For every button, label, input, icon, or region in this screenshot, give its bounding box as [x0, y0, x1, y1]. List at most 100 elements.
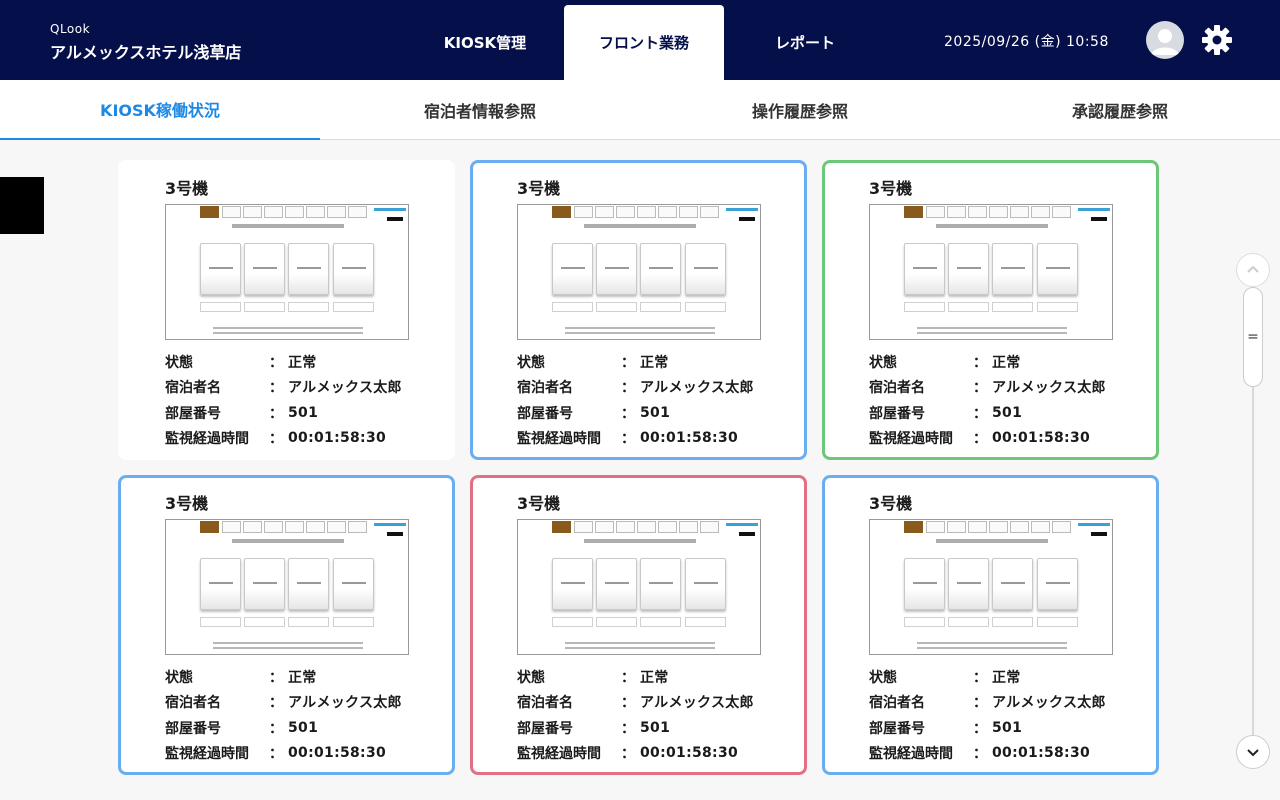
kiosk-card-title: 3号機 — [869, 179, 913, 198]
info-row-guest-name: 宿泊者名 ： アルメックス太郎 — [517, 375, 777, 401]
kiosk-sub-button — [1037, 302, 1078, 312]
black-block — [0, 177, 44, 234]
room-number-value: 501 — [992, 404, 1023, 421]
kiosk-info: 状態 ： 正常 宿泊者名 ： アルメックス太郎 部屋番号 ： 501 監視経過時間 ： 00:01:5… — [517, 664, 777, 766]
nav-tab-report[interactable]: レポート — [725, 5, 885, 80]
kiosk-card[interactable]: 3号機 状態 ： 正常 宿泊者名 ： アルメックス太郎 部屋番号 ： 501 監視経過時間 ： 00:0… — [118, 160, 455, 460]
kiosk-brand-mark — [1091, 217, 1107, 221]
kiosk-footer-text — [565, 332, 715, 334]
info-row-elapsed-time: 監視経過時間 ： 00:01:58:30 — [517, 426, 777, 452]
tab-approval-history[interactable]: 承認履歴参照 — [960, 80, 1280, 140]
kiosk-card[interactable]: 3号機 状態 ： 正常 宿泊者名 ： アルメックス太郎 部屋番号 ： 501 監視経過時間 ： 00:0… — [822, 475, 1159, 775]
status-label: 状態 — [165, 669, 193, 686]
separator-colon: ： — [621, 669, 635, 686]
kiosk-menu-button — [685, 243, 726, 295]
kiosk-language-tab — [264, 206, 283, 218]
nav-tab-kiosk-management[interactable]: KIOSK管理 — [405, 5, 565, 80]
separator-colon: ： — [973, 380, 987, 397]
kiosk-card[interactable]: 3号機 状態 ： 正常 宿泊者名 ： アルメックス太郎 部屋番号 ： 501 監視経過時間 ： 00:0… — [470, 475, 807, 775]
kiosk-brand-mark — [739, 217, 755, 221]
separator-colon: ： — [621, 405, 635, 422]
scroll-down-button[interactable] — [1236, 735, 1270, 769]
separator-colon: ： — [973, 720, 987, 737]
separator-colon: ： — [973, 431, 987, 448]
kiosk-language-tab — [947, 206, 966, 218]
kiosk-sub-button — [1037, 617, 1078, 627]
kiosk-menu-button — [200, 558, 241, 610]
kiosk-info: 状態 ： 正常 宿泊者名 ： アルメックス太郎 部屋番号 ： 501 監視経過時間 ： 00:01:5… — [165, 664, 425, 766]
app-header: QLook アルメックスホテル浅草店 KIOSK管理 フロント業務 レポート 2… — [0, 0, 1280, 80]
kiosk-footer-text — [917, 647, 1067, 649]
scroll-up-button[interactable] — [1236, 253, 1270, 287]
info-row-elapsed-time: 監視経過時間 ： 00:01:58:30 — [869, 741, 1129, 767]
separator-colon: ： — [973, 354, 987, 371]
kiosk-footer-text — [917, 327, 1067, 329]
kiosk-prompt-text — [232, 539, 344, 543]
kiosk-card-title: 3号機 — [165, 179, 209, 198]
kiosk-footer-text — [917, 642, 1067, 644]
scrollbar-thumb[interactable]: = — [1243, 287, 1263, 387]
separator-colon: ： — [973, 695, 987, 712]
kiosk-info: 状態 ： 正常 宿泊者名 ： アルメックス太郎 部屋番号 ： 501 監視経過時間 ： 00:01:5… — [517, 349, 777, 451]
kiosk-card[interactable]: 3号機 状態 ： 正常 宿泊者名 ： アルメックス太郎 部屋番号 ： 501 監視経過時間 ： 00:0… — [470, 160, 807, 460]
kiosk-language-tab — [989, 206, 1008, 218]
kiosk-screen-preview — [517, 519, 761, 655]
tab-guest-info[interactable]: 宿泊者情報参照 — [320, 80, 640, 140]
kiosk-menu-button — [200, 243, 241, 295]
tab-operation-history[interactable]: 操作履歴参照 — [640, 80, 960, 140]
kiosk-menu-button — [1037, 243, 1078, 295]
kiosk-menu-button — [948, 243, 989, 295]
kiosk-language-tab — [679, 206, 698, 218]
kiosk-menu-button — [333, 558, 374, 610]
guest-name-value: アルメックス太郎 — [288, 380, 402, 397]
elapsed-time-value: 00:01:58:30 — [640, 745, 739, 762]
kiosk-menu-button — [596, 558, 637, 610]
elapsed-time-value: 00:01:58:30 — [992, 430, 1091, 447]
kiosk-menu-button — [596, 243, 637, 295]
kiosk-footer-text — [565, 327, 715, 329]
status-value: 正常 — [992, 669, 1021, 686]
kiosk-language-tab — [222, 206, 241, 218]
kiosk-language-tab — [926, 521, 945, 533]
kiosk-language-tab — [968, 206, 987, 218]
user-avatar-icon[interactable] — [1146, 21, 1184, 59]
kiosk-card-title: 3号機 — [517, 494, 561, 513]
kiosk-language-tab — [637, 206, 656, 218]
kiosk-prompt-text — [584, 224, 696, 228]
kiosk-sub-button — [904, 617, 945, 627]
kiosk-language-tab — [658, 206, 677, 218]
separator-colon: ： — [973, 746, 987, 763]
guest-name-label: 宿泊者名 — [517, 695, 573, 712]
elapsed-time-value: 00:01:58:30 — [288, 745, 387, 762]
info-row-status: 状態 ： 正常 — [869, 664, 1129, 690]
kiosk-menu-button — [904, 558, 945, 610]
kiosk-sub-button — [992, 302, 1033, 312]
kiosk-card[interactable]: 3号機 状態 ： 正常 宿泊者名 ： アルメックス太郎 部屋番号 ： 501 監視経過時間 ： 00:0… — [118, 475, 455, 775]
kiosk-language-tab — [1010, 521, 1029, 533]
kiosk-menu-button — [640, 243, 681, 295]
info-row-guest-name: 宿泊者名 ： アルメックス太郎 — [165, 690, 425, 716]
room-number-label: 部屋番号 — [869, 720, 925, 737]
tab-kiosk-status[interactable]: KIOSK稼働状況 — [0, 80, 320, 140]
kiosk-language-tab — [327, 206, 346, 218]
status-label: 状態 — [517, 354, 545, 371]
info-row-guest-name: 宿泊者名 ： アルメックス太郎 — [869, 690, 1129, 716]
status-value: 正常 — [640, 354, 669, 371]
kiosk-language-tab — [285, 521, 304, 533]
kiosk-brand-mark — [1078, 208, 1110, 211]
kiosk-info: 状態 ： 正常 宿泊者名 ： アルメックス太郎 部屋番号 ： 501 監視経過時間 ： 00:01:5… — [869, 664, 1129, 766]
kiosk-logo — [200, 521, 219, 533]
kiosk-info: 状態 ： 正常 宿泊者名 ： アルメックス太郎 部屋番号 ： 501 監視経過時間 ： 00:01:5… — [869, 349, 1129, 451]
kiosk-footer-text — [213, 647, 363, 649]
elapsed-time-label: 監視経過時間 — [165, 431, 249, 448]
kiosk-language-tab — [348, 521, 367, 533]
gear-icon[interactable] — [1201, 24, 1233, 56]
elapsed-time-label: 監視経過時間 — [165, 746, 249, 763]
kiosk-sub-button — [948, 302, 989, 312]
kiosk-sub-button — [200, 302, 241, 312]
kiosk-card[interactable]: 3号機 状態 ： 正常 宿泊者名 ： アルメックス太郎 部屋番号 ： 501 監視経過時間 ： 00:0… — [822, 160, 1159, 460]
kiosk-menu-button — [685, 558, 726, 610]
kiosk-sub-button — [333, 617, 374, 627]
nav-tab-front-desk[interactable]: フロント業務 — [564, 5, 724, 80]
kiosk-sub-button — [244, 617, 285, 627]
